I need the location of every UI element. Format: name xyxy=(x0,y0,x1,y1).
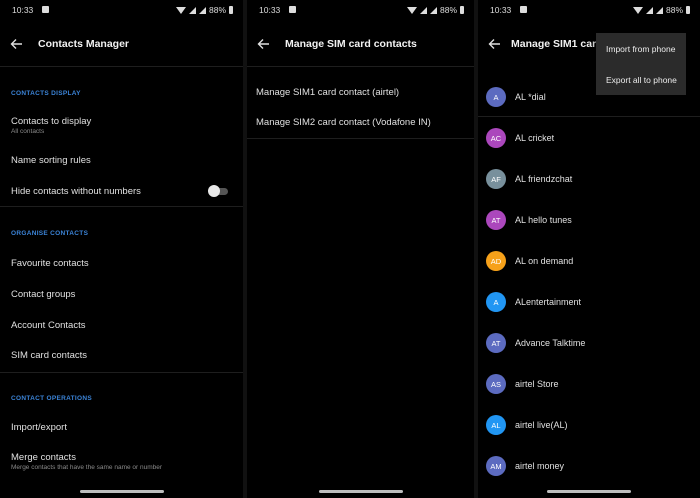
wifi-icon xyxy=(406,6,417,14)
account-contacts-item[interactable]: Account Contacts xyxy=(11,320,85,331)
hide-contacts-toggle[interactable] xyxy=(208,185,230,197)
status-time: 10:33 xyxy=(259,5,281,15)
divider xyxy=(247,138,474,139)
manage-sim-screen: 10:33 88% Manage SIM card contacts Manag… xyxy=(247,0,474,498)
home-indicator[interactable] xyxy=(318,490,403,493)
contact-groups-item[interactable]: Contact groups xyxy=(11,289,75,300)
contacts-to-display-value: All contacts xyxy=(11,128,45,135)
wifi-icon xyxy=(632,6,643,14)
section-organise-contacts: ORGANISE CONTACTS xyxy=(11,230,89,237)
merge-contacts-item[interactable]: Merge contacts xyxy=(11,452,76,463)
contact-avatar: AT xyxy=(486,333,506,353)
import-export-item[interactable]: Import/export xyxy=(11,422,67,433)
contact-avatar: A xyxy=(486,292,506,312)
import-from-phone-option[interactable]: Import from phone xyxy=(606,44,675,54)
contact-name: AL hello tunes xyxy=(515,215,572,225)
app-bar: Manage SIM card contacts xyxy=(247,28,474,62)
merge-contacts-description: Merge contacts that have the same name o… xyxy=(11,464,163,471)
contact-row[interactable]: AC AL cricket xyxy=(484,128,700,169)
contact-name: airtel Store xyxy=(515,379,559,389)
divider xyxy=(247,66,474,67)
page-title: Contacts Manager xyxy=(38,38,130,50)
manage-sim1-item[interactable]: Manage SIM1 card contact (airtel) xyxy=(256,87,399,98)
signal-2-icon xyxy=(429,6,437,14)
contact-row[interactable]: AD AL on demand xyxy=(484,251,700,292)
contact-row[interactable]: AT AL hello tunes xyxy=(484,210,700,251)
toggle-knob xyxy=(208,185,220,197)
battery-icon xyxy=(229,6,233,14)
signal-2-icon xyxy=(198,6,206,14)
image-notification-icon xyxy=(520,6,527,13)
overflow-menu: Import from phone Export all to phone xyxy=(596,33,686,95)
divider xyxy=(0,372,243,373)
divider xyxy=(0,206,243,207)
battery-icon xyxy=(460,6,464,14)
status-bar: 10:33 88% xyxy=(0,0,243,20)
status-time: 10:33 xyxy=(12,5,34,15)
signal-icon xyxy=(188,6,196,14)
back-arrow-icon[interactable] xyxy=(488,38,501,50)
contact-avatar: AC xyxy=(486,128,506,148)
contact-name: AL friendzchat xyxy=(515,174,573,184)
favourite-contacts-item[interactable]: Favourite contacts xyxy=(11,258,89,269)
contact-name: airtel live(AL) xyxy=(515,420,568,430)
contact-name: Advance Talktime xyxy=(515,338,586,348)
app-bar: Contacts Manager xyxy=(0,28,243,62)
contact-name: AL *dial xyxy=(515,92,546,102)
section-contact-operations: CONTACT OPERATIONS xyxy=(11,395,92,402)
export-all-to-phone-option[interactable]: Export all to phone xyxy=(606,75,677,85)
battery-percent: 88% xyxy=(208,5,226,15)
hide-contacts-item[interactable]: Hide contacts without numbers xyxy=(11,186,141,197)
wifi-icon xyxy=(175,6,186,14)
signal-2-icon xyxy=(655,6,663,14)
image-notification-icon xyxy=(289,6,296,13)
back-arrow-icon[interactable] xyxy=(10,38,23,50)
status-bar: 10:33 88% xyxy=(247,0,474,20)
contacts-to-display-item[interactable]: Contacts to display xyxy=(11,116,91,127)
contact-avatar: AS xyxy=(486,374,506,394)
status-bar: 10:33 88% xyxy=(478,0,700,20)
battery-percent: 88% xyxy=(665,5,683,15)
contact-row[interactable]: A ALentertainment xyxy=(484,292,700,333)
contact-row[interactable]: AF AL friendzchat xyxy=(484,169,700,210)
contact-avatar: AT xyxy=(486,210,506,230)
signal-icon xyxy=(645,6,653,14)
contacts-manager-screen: 10:33 88% Contacts Manager CONTACTS DISP… xyxy=(0,0,243,498)
contact-row[interactable]: AT Advance Talktime xyxy=(484,333,700,374)
manage-sim2-item[interactable]: Manage SIM2 card contact (Vodafone IN) xyxy=(256,117,431,128)
contact-row[interactable]: AL airtel live(AL) xyxy=(484,415,700,456)
contact-name: AL cricket xyxy=(515,133,555,143)
name-sorting-rules-item[interactable]: Name sorting rules xyxy=(11,155,91,166)
home-indicator[interactable] xyxy=(79,490,164,493)
contact-row[interactable]: AS airtel Store xyxy=(484,374,700,415)
battery-icon xyxy=(686,6,690,14)
contact-avatar: AF xyxy=(486,169,506,189)
section-contacts-display: CONTACTS DISPLAY xyxy=(11,90,81,97)
contact-avatar: AL xyxy=(486,415,506,435)
contact-avatar: A xyxy=(486,87,506,107)
contact-name: ALentertainment xyxy=(515,297,582,307)
page-title: Manage SIM card contacts xyxy=(285,38,417,50)
back-arrow-icon[interactable] xyxy=(257,38,270,50)
contact-avatar: AD xyxy=(486,251,506,271)
sim-card-contacts-item[interactable]: SIM card contacts xyxy=(11,350,87,361)
divider xyxy=(0,66,243,67)
home-indicator[interactable] xyxy=(547,490,631,493)
battery-percent: 88% xyxy=(439,5,457,15)
contact-name: airtel money xyxy=(515,461,565,471)
signal-icon xyxy=(419,6,427,14)
status-time: 10:33 xyxy=(490,5,512,15)
contact-avatar: AM xyxy=(486,456,506,476)
image-notification-icon xyxy=(42,6,49,13)
contact-name: AL on demand xyxy=(515,256,574,266)
